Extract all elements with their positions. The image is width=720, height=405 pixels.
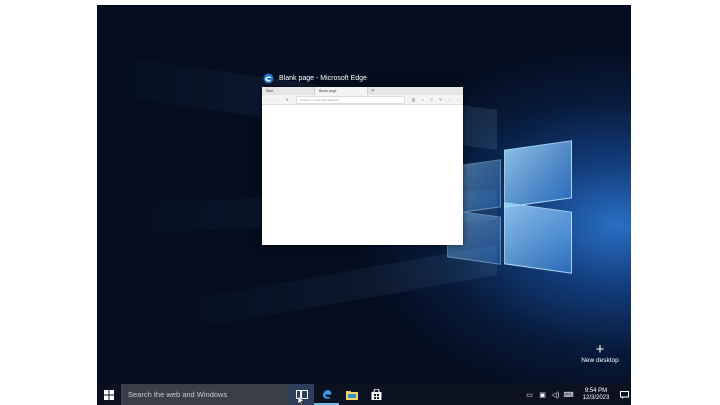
address-bar[interactable]: Search or enter web address bbox=[296, 95, 405, 104]
taskbar-file-explorer-button[interactable] bbox=[339, 384, 364, 405]
tab-label: Blank page bbox=[319, 89, 337, 93]
mouse-cursor-icon bbox=[298, 396, 304, 405]
network-icon[interactable]: ▣ bbox=[536, 384, 549, 405]
wallpaper-beam bbox=[157, 245, 497, 335]
tab-blank-page[interactable]: Blank page bbox=[315, 87, 368, 95]
desktop-screen: Blank page - Microsoft Edge Start Blank … bbox=[97, 5, 631, 405]
tab-label: Start bbox=[266, 89, 274, 93]
tab-start[interactable]: Start bbox=[262, 87, 315, 95]
taskbar-edge-button[interactable] bbox=[314, 384, 339, 405]
letterbox-left bbox=[0, 0, 97, 405]
new-tab-button[interactable]: + bbox=[368, 87, 378, 95]
letterbox-right bbox=[631, 0, 720, 405]
stop-icon[interactable]: ✕ bbox=[282, 97, 292, 102]
new-desktop-button[interactable]: + New desktop bbox=[578, 341, 622, 364]
edge-window-preview[interactable]: Start Blank page + ← → ✕ Search or enter… bbox=[262, 87, 463, 245]
reading-view-icon[interactable]: ▥ bbox=[409, 97, 418, 102]
browser-toolbar: ← → ✕ Search or enter web address ▥ ☆ ≡ … bbox=[262, 95, 463, 105]
taskbar-search-box[interactable]: Search the web and Windows bbox=[121, 384, 289, 405]
taskbar-store-button[interactable] bbox=[364, 384, 389, 405]
plus-icon: + bbox=[595, 341, 605, 358]
hub-icon[interactable]: ≡ bbox=[427, 97, 436, 102]
volume-icon[interactable]: ◁) bbox=[549, 384, 562, 405]
notification-icon bbox=[619, 390, 629, 399]
start-button[interactable] bbox=[97, 384, 121, 405]
share-icon[interactable]: ◔ bbox=[445, 97, 454, 102]
taskbar: Search the web and Windows ▭ ▣ ◁) ⌨ 9:54… bbox=[97, 384, 631, 405]
action-center-button[interactable] bbox=[617, 384, 631, 405]
wallpaper-pane bbox=[504, 140, 572, 208]
more-icon[interactable]: ··· bbox=[454, 97, 463, 102]
file-explorer-icon bbox=[345, 390, 358, 400]
clock-date: 12/3/2023 bbox=[582, 394, 610, 401]
windows-logo-icon bbox=[104, 389, 114, 400]
web-note-icon[interactable]: ✎ bbox=[436, 97, 445, 102]
new-desktop-label: New desktop bbox=[581, 357, 619, 364]
edge-icon bbox=[263, 73, 274, 84]
wallpaper-pane bbox=[504, 202, 572, 274]
battery-icon[interactable]: ▭ bbox=[523, 384, 536, 405]
input-icon[interactable]: ⌨ bbox=[562, 384, 575, 405]
forward-icon[interactable]: → bbox=[272, 97, 282, 102]
taskbar-clock[interactable]: 9:54 PM 12/3/2023 bbox=[575, 384, 617, 405]
favorite-star-icon[interactable]: ☆ bbox=[418, 97, 427, 102]
browser-tab-bar: Start Blank page + bbox=[262, 87, 463, 95]
back-icon[interactable]: ← bbox=[262, 97, 272, 102]
clock-time: 9:54 PM bbox=[584, 387, 608, 394]
edge-icon bbox=[322, 389, 331, 399]
store-icon bbox=[371, 389, 382, 400]
window-preview-title[interactable]: Blank page - Microsoft Edge bbox=[263, 73, 367, 84]
window-title-label: Blank page - Microsoft Edge bbox=[279, 75, 367, 82]
